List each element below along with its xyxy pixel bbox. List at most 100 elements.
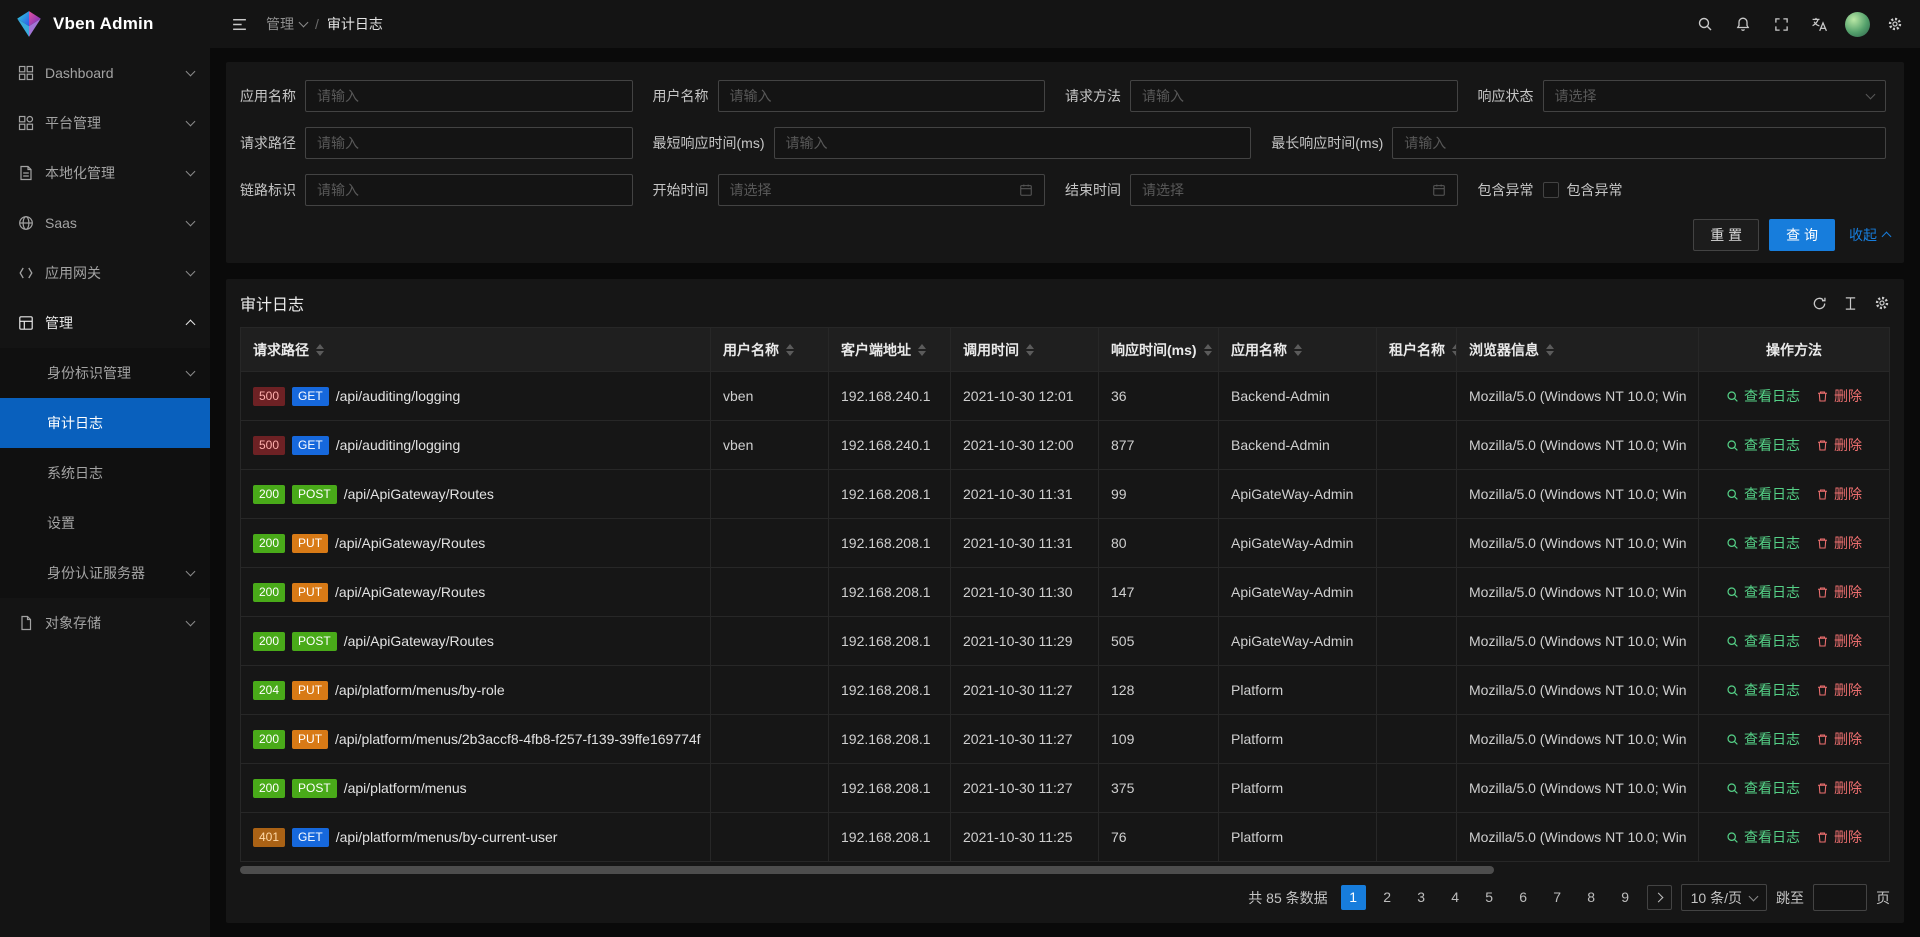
view-log-button[interactable]: 查看日志 — [1726, 386, 1800, 406]
horizontal-scrollbar — [240, 866, 1890, 874]
sidebar-item-identity-management[interactable]: 身份标识管理 — [0, 348, 210, 398]
response-time-cell: 76 — [1099, 813, 1219, 862]
column-header-browser-info[interactable]: 浏览器信息 — [1457, 328, 1699, 372]
call-time-cell: 2021-10-30 12:01 — [951, 372, 1099, 421]
field-label: 最短响应时间(ms) — [653, 133, 774, 153]
sort-icon — [316, 344, 324, 356]
response-status-select[interactable]: 请选择 — [1543, 80, 1887, 112]
sidebar-item-app-gateway[interactable]: 应用网关 — [0, 248, 210, 298]
column-header-tenant-name[interactable]: 租户名称 — [1377, 328, 1457, 372]
method-badge: GET — [292, 436, 329, 455]
delete-button[interactable]: 删除 — [1816, 386, 1862, 406]
table-title: 审计日志 — [240, 291, 304, 315]
logo[interactable]: Vben Admin — [0, 0, 210, 48]
user-avatar[interactable] — [1838, 0, 1876, 48]
column-header-app-name[interactable]: 应用名称 — [1219, 328, 1377, 372]
page-button-7[interactable]: 7 — [1545, 885, 1570, 910]
column-header-request-path[interactable]: 请求路径 — [241, 328, 711, 372]
breadcrumb-parent[interactable]: 管理 — [266, 14, 307, 34]
page-button-5[interactable]: 5 — [1477, 885, 1502, 910]
search-icon[interactable] — [1686, 0, 1724, 48]
collapse-filter-link[interactable]: 收起 — [1849, 225, 1890, 245]
settings-gear-icon[interactable] — [1876, 0, 1914, 48]
page-button-1[interactable]: 1 — [1341, 885, 1366, 910]
page-size-select[interactable]: 10 条/页 — [1681, 884, 1767, 911]
max-response-time-input[interactable] — [1392, 127, 1886, 159]
page-button-6[interactable]: 6 — [1511, 885, 1536, 910]
page-button-4[interactable]: 4 — [1443, 885, 1468, 910]
table-row: 200POST/api/ApiGateway/Routes 192.168.20… — [241, 470, 1890, 519]
sidebar-item-audit-log[interactable]: 审计日志 — [0, 398, 210, 448]
column-header-client-ip[interactable]: 客户端地址 — [829, 328, 951, 372]
reset-button[interactable]: 重 置 — [1693, 219, 1759, 251]
scrollbar-thumb[interactable] — [240, 866, 1494, 874]
query-button[interactable]: 查 询 — [1769, 219, 1835, 251]
next-page-button[interactable] — [1647, 885, 1672, 910]
sidebar-item-platform-management[interactable]: 平台管理 — [0, 98, 210, 148]
view-log-button[interactable]: 查看日志 — [1726, 729, 1800, 749]
call-time-cell: 2021-10-30 11:27 — [951, 715, 1099, 764]
page-button-8[interactable]: 8 — [1579, 885, 1604, 910]
request-path-input[interactable] — [305, 127, 633, 159]
sidebar-item-localization-management[interactable]: 本地化管理 — [0, 148, 210, 198]
min-response-time-input[interactable] — [774, 127, 1252, 159]
filter-field-request-method: 请求方法 — [1065, 80, 1478, 112]
column-header-response-time[interactable]: 响应时间(ms) — [1099, 328, 1219, 372]
topbar: 管理 / 审计日志 — [210, 0, 1920, 48]
delete-label: 删除 — [1834, 631, 1862, 651]
delete-button[interactable]: 删除 — [1816, 484, 1862, 504]
column-header-call-time[interactable]: 调用时间 — [951, 328, 1099, 372]
row-height-icon[interactable] — [1843, 296, 1858, 311]
refresh-icon[interactable] — [1812, 296, 1827, 311]
view-log-button[interactable]: 查看日志 — [1726, 582, 1800, 602]
delete-button[interactable]: 删除 — [1816, 631, 1862, 651]
exception-checkbox[interactable] — [1543, 182, 1559, 198]
view-log-button[interactable]: 查看日志 — [1726, 827, 1800, 847]
sidebar-item-dashboard[interactable]: Dashboard — [0, 48, 210, 98]
page-button-2[interactable]: 2 — [1375, 885, 1400, 910]
column-header-user-name[interactable]: 用户名称 — [711, 328, 829, 372]
delete-button[interactable]: 删除 — [1816, 533, 1862, 553]
sidebar-item-saas[interactable]: Saas — [0, 198, 210, 248]
breadcrumb: 管理 / 审计日志 — [266, 14, 383, 34]
sort-icon — [1026, 344, 1034, 356]
sidebar-item-settings[interactable]: 设置 — [0, 498, 210, 548]
delete-button[interactable]: 删除 — [1816, 582, 1862, 602]
fullscreen-icon[interactable] — [1762, 0, 1800, 48]
exception-checkbox-label[interactable]: 包含异常 — [1567, 180, 1623, 200]
start-time-picker[interactable]: 请选择 — [718, 174, 1046, 206]
jump-page-input[interactable] — [1813, 884, 1867, 911]
sidebar-item-object-storage[interactable]: 对象存储 — [0, 598, 210, 648]
delete-button[interactable]: 删除 — [1816, 827, 1862, 847]
method-badge: GET — [292, 828, 329, 847]
tenant-name-cell — [1377, 470, 1457, 519]
delete-button[interactable]: 删除 — [1816, 435, 1862, 455]
delete-button[interactable]: 删除 — [1816, 680, 1862, 700]
view-log-button[interactable]: 查看日志 — [1726, 435, 1800, 455]
page-button-3[interactable]: 3 — [1409, 885, 1434, 910]
end-time-picker[interactable]: 请选择 — [1130, 174, 1458, 206]
view-log-button[interactable]: 查看日志 — [1726, 631, 1800, 651]
trace-id-input[interactable] — [305, 174, 633, 206]
view-log-button[interactable]: 查看日志 — [1726, 484, 1800, 504]
sidebar-item-management[interactable]: 管理 — [0, 298, 210, 348]
delete-button[interactable]: 删除 — [1816, 778, 1862, 798]
column-settings-gear-icon[interactable] — [1874, 295, 1890, 311]
request-method-input[interactable] — [1130, 80, 1458, 112]
main-area: 管理 / 审计日志 — [210, 0, 1920, 937]
page-button-9[interactable]: 9 — [1613, 885, 1638, 910]
view-log-button[interactable]: 查看日志 — [1726, 533, 1800, 553]
view-log-button[interactable]: 查看日志 — [1726, 680, 1800, 700]
app-name-input[interactable] — [305, 80, 633, 112]
sidebar-item-system-log[interactable]: 系统日志 — [0, 448, 210, 498]
collapse-sidebar-icon[interactable] — [220, 0, 258, 48]
browser-info-cell: Mozilla/5.0 (Windows NT 10.0; Win — [1457, 519, 1699, 568]
notification-bell-icon[interactable] — [1724, 0, 1762, 48]
delete-button[interactable]: 删除 — [1816, 729, 1862, 749]
user-name-input[interactable] — [718, 80, 1046, 112]
status-badge: 204 — [253, 681, 285, 700]
translate-icon[interactable] — [1800, 0, 1838, 48]
sidebar-item-identity-server[interactable]: 身份认证服务器 — [0, 548, 210, 598]
method-badge: GET — [292, 387, 329, 406]
view-log-button[interactable]: 查看日志 — [1726, 778, 1800, 798]
